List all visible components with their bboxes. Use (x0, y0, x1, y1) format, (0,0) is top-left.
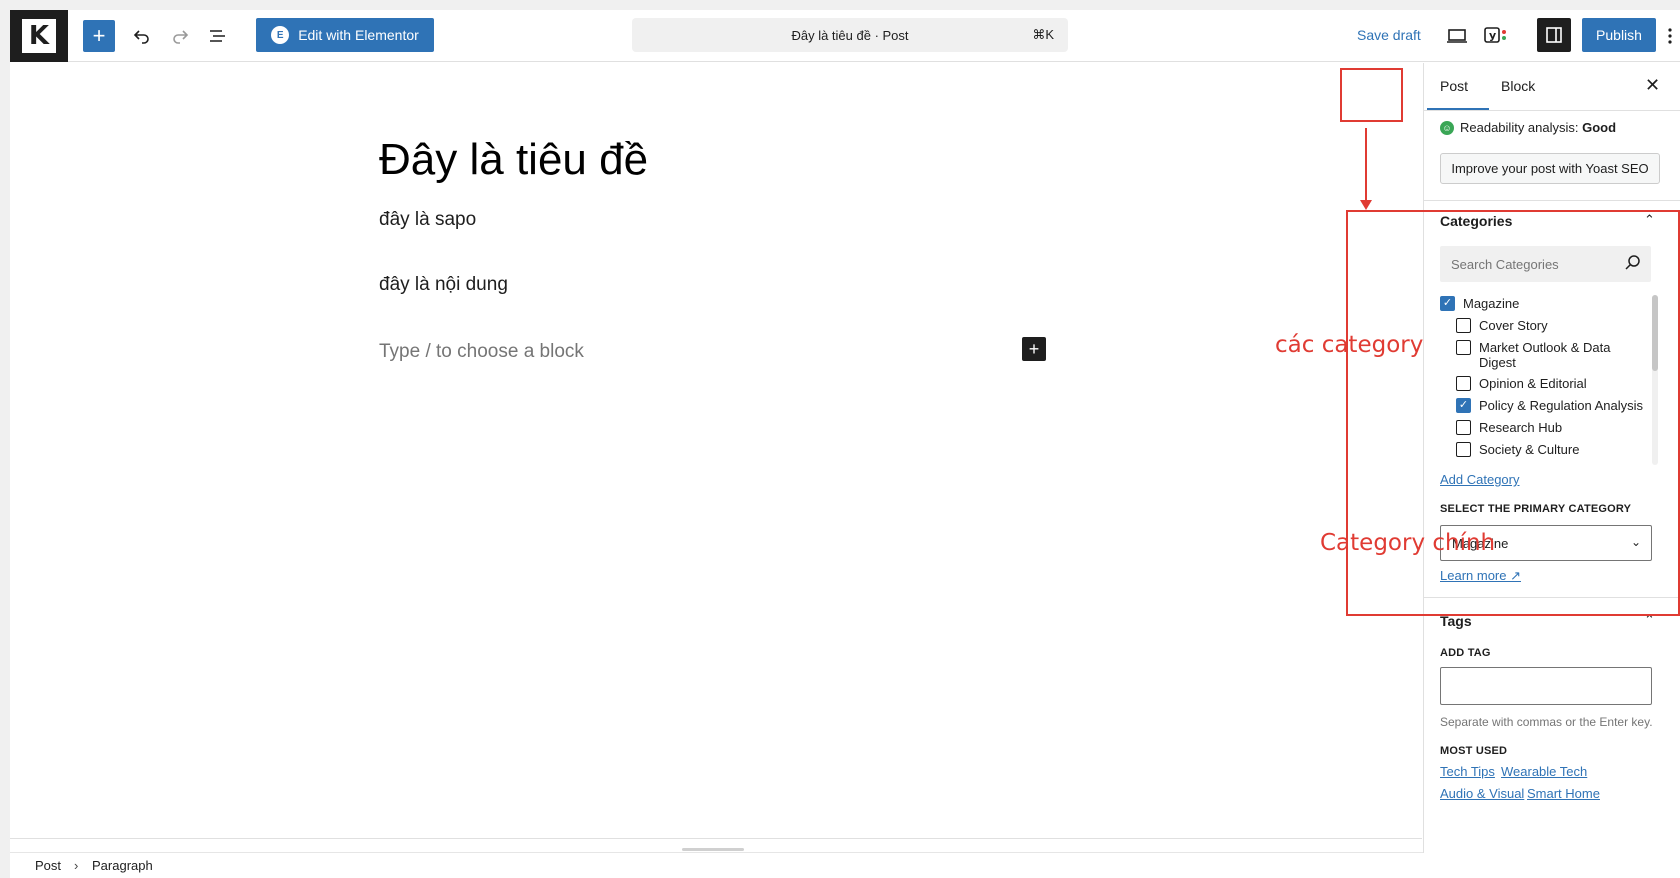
edit-with-elementor-button[interactable]: E Edit with Elementor (256, 18, 434, 52)
annotation-text: Category chính (1320, 530, 1496, 556)
list-view-icon (210, 30, 225, 42)
tag-link[interactable]: Wearable Tech (1501, 764, 1587, 779)
close-icon[interactable]: ✕ (1645, 75, 1660, 96)
options-menu-button[interactable] (1660, 19, 1680, 53)
more-vertical-icon (1668, 28, 1672, 44)
divider (1424, 200, 1680, 201)
add-tag-label: ADD TAG (1440, 647, 1491, 659)
most-used-label: MOST USED (1440, 745, 1508, 757)
elementor-label: Edit with Elementor (298, 27, 419, 43)
plus-icon: + (1028, 338, 1040, 359)
editor-window: K + E Edit with Elementor Đây là tiêu đề… (10, 10, 1680, 878)
command-palette-bar[interactable]: Đây là tiêu đề · Post ⌘K (632, 18, 1068, 52)
undo-button[interactable] (127, 19, 157, 53)
readability-label: Readability analysis: (1460, 120, 1583, 135)
document-overview-button[interactable] (203, 19, 233, 53)
add-tag-input[interactable] (1440, 667, 1652, 705)
annotation-arrow-line (1365, 128, 1367, 204)
yoast-seo-button[interactable]: y (1480, 19, 1512, 53)
settings-sidebar-toggle[interactable] (1537, 18, 1571, 52)
desktop-preview-icon (1447, 29, 1467, 43)
annotation-arrow-head (1360, 200, 1372, 210)
breadcrumb-post[interactable]: Post (35, 858, 61, 873)
logo-letter: K (22, 19, 56, 53)
annotation-text: các category (1275, 332, 1424, 358)
divider (10, 838, 1422, 839)
empty-block-placeholder[interactable]: Type / to choose a block (379, 341, 584, 363)
inline-block-inserter[interactable]: + (1022, 337, 1046, 361)
block-inserter-button[interactable]: + (83, 20, 115, 52)
redo-icon (173, 30, 189, 44)
plus-icon: + (92, 23, 106, 48)
improve-with-yoast-button[interactable]: Improve your post with Yoast SEO (1440, 153, 1660, 184)
publish-button[interactable]: Publish (1582, 18, 1656, 52)
resize-handle[interactable] (682, 848, 744, 851)
save-draft-button[interactable]: Save draft (1357, 27, 1421, 43)
preview-button[interactable] (1441, 19, 1473, 53)
readability-value: Good (1582, 120, 1617, 135)
sidebar-tabs: Post Block ✕ (1424, 63, 1680, 111)
tab-post[interactable]: Post (1440, 78, 1468, 94)
editor-canvas[interactable]: Đây là tiêu đề đây là sapo đây là nội du… (10, 63, 1422, 851)
tag-help-text: Separate with commas or the Enter key. (1440, 715, 1653, 729)
readability-status: ☺ Readability analysis: Good (1440, 120, 1616, 135)
elementor-icon: E (271, 26, 290, 44)
tag-link[interactable]: Tech Tips (1440, 764, 1495, 779)
active-tab-indicator (1427, 108, 1489, 110)
paragraph-block[interactable]: đây là nội dung (379, 274, 508, 296)
post-title[interactable]: Đây là tiêu đề (379, 135, 648, 185)
svg-text:y: y (1489, 29, 1496, 42)
tag-link[interactable]: Smart Home (1527, 786, 1600, 801)
yoast-icon: y (1484, 27, 1506, 43)
breadcrumb: Post › Paragraph (10, 852, 1680, 878)
chevron-right-icon: › (74, 858, 79, 873)
undo-icon (133, 30, 149, 44)
top-toolbar: K + E Edit with Elementor Đây là tiêu đề… (10, 10, 1680, 62)
shortcut-hint: ⌘K (1032, 27, 1054, 42)
site-logo[interactable]: K (10, 10, 68, 62)
tag-link[interactable]: Audio & Visual (1440, 786, 1524, 801)
sidebar-icon (1546, 27, 1562, 43)
smiley-icon: ☺ (1440, 120, 1454, 135)
paragraph-block[interactable]: đây là sapo (379, 209, 476, 231)
redo-button[interactable] (165, 19, 195, 53)
document-title: Đây là tiêu đề · Post (791, 27, 909, 43)
annotation-box-post-tab (1340, 68, 1403, 122)
tab-block[interactable]: Block (1501, 78, 1535, 94)
breadcrumb-paragraph[interactable]: Paragraph (92, 858, 153, 873)
